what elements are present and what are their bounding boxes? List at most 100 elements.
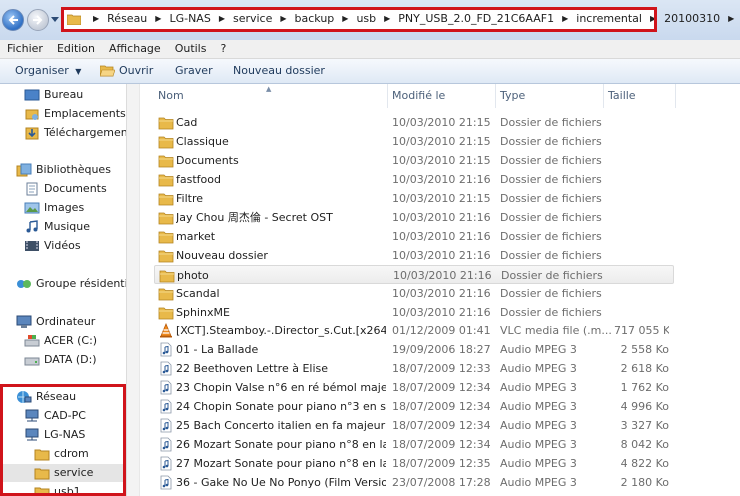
file-type: Audio MPEG 3 [500,457,577,471]
nav-usb1[interactable]: usb1 [34,485,81,496]
folder-row[interactable]: Jay Chou 周杰倫 - Secret OST 10/03/2010 21:1… [154,208,674,227]
file-name: 25 Bach Concerto italien en fa majeur, B… [176,419,386,433]
folder-row[interactable]: fastfood 10/03/2010 21:16 Dossier de fichi… [154,170,674,189]
organize-button[interactable]: Organiser ▼ [15,64,81,79]
folder-row[interactable]: Documents 10/03/2010 21:15 Dossier de fich… [154,151,674,170]
folder-row[interactable]: Cad 10/03/2010 21:15 Dossier de fichiers [154,113,674,132]
nav-bibliotheques[interactable]: Bibliothèques [16,163,111,177]
menu-outils[interactable]: Outils [168,40,214,58]
breadcrumb-backup[interactable]: backup [293,11,337,27]
column-header-date[interactable]: Modifié le [388,84,496,108]
breadcrumb-service[interactable]: service [231,11,274,27]
file-row[interactable]: 25 Bach Concerto italien en fa majeur, B… [154,416,674,435]
breadcrumb-separator-icon[interactable]: ▶ [556,11,574,27]
file-row[interactable]: 26 Mozart Sonate pour piano n°8 en la m.… [154,435,674,454]
file-type: Dossier de fichiers [500,305,602,319]
column-header-type[interactable]: Type [496,84,604,108]
nav-ordinateur[interactable]: Ordinateur [16,315,95,329]
nav-bureau[interactable]: Bureau [24,88,83,102]
file-name: 01 - La Ballade [176,343,259,357]
file-type: Dossier de fichiers [500,229,602,243]
file-row[interactable]: 36 - Gake No Ue No Ponyo (Film Version) 2… [154,473,674,492]
file-date: 10/03/2010 21:16 [393,268,492,282]
nav-drive-d[interactable]: DATA (D:) [24,353,97,367]
folder-row[interactable]: Nouveau dossier 10/03/2010 21:16 Dossier d… [154,246,674,265]
file-size: 717 055 Ko [614,324,669,338]
folder-row[interactable]: Scandal 10/03/2010 21:16 Dossier de fichie… [154,284,674,303]
file-name: Jay Chou 周杰倫 - Secret OST [176,210,333,224]
nav-images[interactable]: Images [24,201,84,215]
breadcrumb-20100310[interactable]: 20100310 [662,11,722,27]
nav-emplacements[interactable]: Emplacements ré [24,107,126,121]
menu-affichage[interactable]: Affichage [102,40,168,58]
folder-icon [158,250,174,263]
nav-reseau[interactable]: Réseau [16,390,76,404]
breadcrumb-incremental[interactable]: incremental [574,11,644,27]
breadcrumb-separator-icon[interactable]: ▶ [213,11,231,27]
sort-ascending-icon: ▲ [266,85,272,93]
nav-telechargements[interactable]: Téléchargements [24,126,126,140]
file-type: Dossier de fichiers [500,191,602,205]
breadcrumb-separator-icon[interactable]: ▶ [644,11,662,27]
recent-pages-dropdown-icon[interactable] [51,17,59,23]
file-name: 22 Beethoven Lettre à Elise [176,362,329,376]
nav-videos[interactable]: Vidéos [24,239,81,253]
file-row[interactable]: 24 Chopin Sonate pour piano n°3 en si m.… [154,397,674,416]
breadcrumb-reseau[interactable]: Réseau [105,11,149,27]
back-button[interactable] [2,9,24,31]
file-row[interactable]: 22 Beethoven Lettre à Elise 18/07/2009 12… [154,359,674,378]
file-list[interactable]: Nom ▲ Modifié le Type Taille Cad 10/03/20… [140,84,740,496]
nav-lg-nas[interactable]: LG-NAS [24,428,85,442]
file-row[interactable]: 01 - La Ballade 19/09/2006 18:27 Audio MPE… [154,340,674,359]
file-type: Audio MPEG 3 [500,400,577,414]
new-folder-button[interactable]: Nouveau dossier [233,64,325,78]
file-name: Documents [176,153,239,167]
file-row[interactable]: 23 Chopin Valse n°6 en ré bémol majeur, … [154,378,674,397]
breadcrumb-separator-icon[interactable]: ▶ [722,11,740,27]
menu-fichier[interactable]: Fichier [0,40,50,58]
menu-help[interactable]: ? [213,40,233,58]
breadcrumb-pny-usb[interactable]: PNY_USB_2.0_FD_21C6AAF1 [396,11,556,27]
open-button[interactable]: Ouvrir [100,64,153,78]
breadcrumb-separator-icon[interactable]: ▶ [87,11,105,27]
folder-row[interactable]: Filtre 10/03/2010 21:15 Dossier de fichier… [154,189,674,208]
nav-label: Musique [44,220,90,233]
nav-musique[interactable]: Musique [24,220,90,234]
pane-splitter[interactable] [126,84,140,496]
column-header-size[interactable]: Taille [604,84,676,108]
breadcrumb-usb[interactable]: usb [354,11,378,27]
file-type: Audio MPEG 3 [500,343,577,357]
file-row[interactable]: [XCT].Steamboy.-.Director_s.Cut.[x264.H.… [154,321,674,340]
audio-file-icon [160,380,172,395]
navigation-pane[interactable]: Bureau Emplacements ré Téléchargements B… [0,84,126,496]
forward-button[interactable] [27,9,49,31]
downloads-icon [25,127,39,140]
windows-drive-icon [24,335,40,347]
folder-row[interactable]: SphinxME 10/03/2010 21:16 Dossier de fichi… [154,303,674,322]
file-type: Dossier de fichiers [500,116,602,129]
breadcrumb-separator-icon[interactable]: ▶ [149,11,167,27]
breadcrumb-separator-icon[interactable]: ▶ [378,11,396,27]
menu-edition[interactable]: Edition [50,40,102,58]
breadcrumb-lg-nas[interactable]: LG-NAS [167,11,212,27]
file-name: 23 Chopin Valse n°6 en ré bémol majeur, … [176,381,386,395]
folder-row[interactable]: photo 10/03/2010 21:16 Dossier de fichiers [154,264,674,284]
nav-groupe-residentiel[interactable]: Groupe résidentiel [16,277,126,291]
file-row[interactable]: 27 Mozart Sonate pour piano n°8 en la ..… [154,454,674,473]
nav-cad-pc[interactable]: CAD-PC [24,409,86,423]
nav-cdrom[interactable]: cdrom [34,447,89,461]
network-computer-icon [25,409,39,422]
organize-label: Organiser [15,64,69,77]
nav-drive-c[interactable]: ACER (C:) [24,334,97,348]
burn-button[interactable]: Graver [175,64,213,78]
folder-icon [158,136,174,149]
breadcrumb-separator-icon[interactable]: ▶ [274,11,292,27]
file-size: 4 996 Ko [620,400,669,414]
nav-service[interactable]: service [34,466,93,480]
folder-row[interactable]: Classique 10/03/2010 21:15 Dossier de fich… [154,132,674,151]
breadcrumb-separator-icon[interactable]: ▶ [336,11,354,27]
address-bar[interactable]: ▶ Réseau ▶ LG-NAS ▶ service ▶ backup ▶ usb ▶ … [62,8,734,30]
folder-row[interactable]: market 10/03/2010 21:16 Dossier de fichier… [154,227,674,246]
desktop-icon [24,89,40,101]
nav-documents[interactable]: Documents [24,182,107,196]
